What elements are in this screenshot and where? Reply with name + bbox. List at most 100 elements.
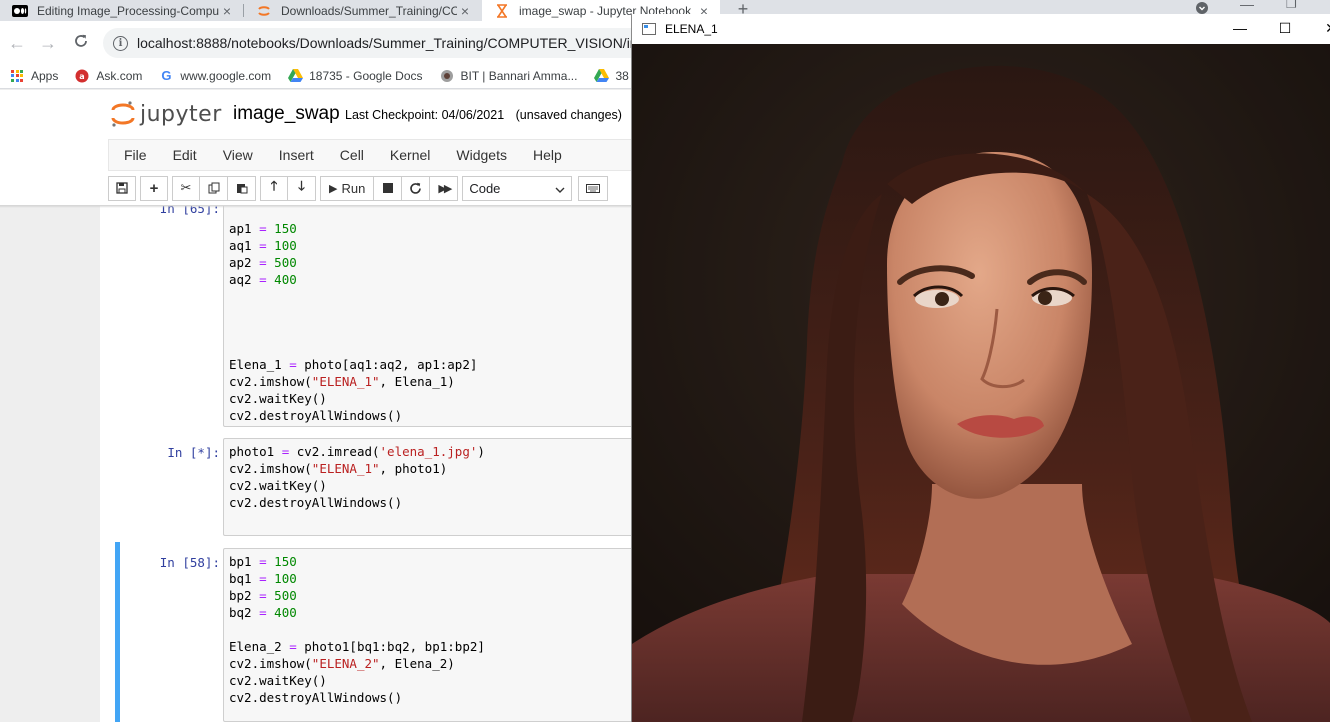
apps-grid-icon <box>9 69 25 83</box>
checkpoint-status: Last Checkpoint: 04/06/2021 (unsaved cha… <box>345 108 622 122</box>
window-titlebar[interactable]: ELENA_1 — ☐ ✕ <box>632 14 1330 44</box>
bookmark-label: 18735 - Google Docs <box>309 68 423 83</box>
jupyter-logo-icon <box>111 101 135 127</box>
code-line: cv2.imshow("ELENA_1", photo1) <box>229 461 448 476</box>
unsaved-indicator: (unsaved changes) <box>515 108 622 122</box>
menu-help[interactable]: Help <box>533 147 562 163</box>
code-line: aq1 = 100 <box>229 238 297 253</box>
code-line: bq1 = 100 <box>229 571 297 586</box>
bit-icon <box>439 69 455 83</box>
code-cell[interactable]: In [*]: photo1 = cv2.imread('elena_1.jpg… <box>100 438 640 536</box>
code-line: cv2.waitKey() <box>229 391 327 406</box>
code-editor[interactable]: bp1 = 150 bq1 = 100 bp2 = 500 bq2 = 400 … <box>223 548 640 722</box>
code-line: cv2.imshow("ELENA_1", Elena_1) <box>229 374 455 389</box>
code-cell-selected[interactable]: In [58]: bp1 = 150 bq1 = 100 bp2 = 500 b… <box>115 542 640 722</box>
menu-view[interactable]: View <box>223 147 253 163</box>
hourglass-icon <box>494 3 510 18</box>
window-title: ELENA_1 <box>665 22 718 36</box>
code-line: Elena_2 = photo1[bq1:bq2, bp1:bp2] <box>229 639 485 654</box>
restart-icon <box>410 182 422 194</box>
restart-button[interactable] <box>402 175 431 201</box>
fast-forward-icon: ▶▶ <box>438 182 452 195</box>
notebook-title[interactable]: image_swap <box>233 103 340 125</box>
cell-prompt: In [58]: <box>159 555 220 570</box>
insert-cell-button[interactable]: + <box>140 175 168 201</box>
info-icon[interactable]: i <box>113 35 128 51</box>
bookmark-google-docs[interactable]: 18735 - Google Docs <box>287 68 423 83</box>
close-icon[interactable]: ✕ <box>1321 20 1330 37</box>
medium-icon <box>12 4 28 18</box>
code-line: cv2.destroyAllWindows() <box>229 690 403 705</box>
interrupt-button[interactable] <box>374 175 403 201</box>
run-label: Run <box>341 180 366 196</box>
bookmark-bit[interactable]: BIT | Bannari Amma... <box>439 69 577 83</box>
back-arrow-icon[interactable]: ← <box>7 33 27 53</box>
bookmark-apps[interactable]: Apps <box>9 69 58 83</box>
code-cell[interactable]: In [65]: ap1 = 150 aq1 = 100 ap2 = 500 a… <box>100 206 640 427</box>
header-shadow <box>0 205 640 208</box>
code-line: photo1 = cv2.imread('elena_1.jpg') <box>229 444 485 459</box>
code-line: bq2 = 400 <box>229 605 297 620</box>
code-line: ap2 = 500 <box>229 255 297 270</box>
browser-tab-editing[interactable]: Editing Image_Processing-Compu × <box>0 0 243 21</box>
reload-icon[interactable] <box>71 33 91 53</box>
code-line: cv2.waitKey() <box>229 673 327 688</box>
restart-run-all-button[interactable]: ▶▶ <box>430 175 459 201</box>
cell-type-select[interactable]: Code <box>462 175 573 201</box>
code-line: Elena_1 = photo[aq1:aq2, ap1:ap2] <box>229 357 478 372</box>
menu-edit[interactable]: Edit <box>173 147 197 163</box>
code-editor[interactable]: photo1 = cv2.imread('elena_1.jpg') cv2.i… <box>223 438 640 536</box>
save-icon <box>116 182 128 194</box>
move-up-button[interactable]: 🡑 <box>260 175 288 201</box>
code-line: bp2 = 500 <box>229 588 297 603</box>
scissors-icon: ✂ <box>180 180 192 195</box>
save-button[interactable] <box>108 175 136 201</box>
close-icon[interactable]: × <box>457 3 473 19</box>
forward-arrow-icon[interactable]: → <box>38 33 58 53</box>
paste-button[interactable] <box>228 175 256 201</box>
checkpoint-text: Last Checkpoint: 04/06/2021 <box>345 108 505 122</box>
notebook-toolbar: + ✂ 🡑 🡓 ▶ Run ▶▶ Code <box>108 175 609 201</box>
close-icon[interactable]: × <box>219 3 235 19</box>
menu-file[interactable]: File <box>124 147 147 163</box>
menu-kernel[interactable]: Kernel <box>390 147 430 163</box>
menu-widgets[interactable]: Widgets <box>456 147 507 163</box>
url-text: localhost:8888/notebooks/Downloads/Summe… <box>137 35 642 51</box>
browser-tab-downloads[interactable]: Downloads/Summer_Training/CO × <box>244 0 481 21</box>
bookmark-label: 38 <box>615 68 629 83</box>
cut-button[interactable]: ✂ <box>172 175 200 201</box>
move-down-button[interactable]: 🡓 <box>288 175 316 201</box>
cell-prompt: In [*]: <box>167 445 220 460</box>
code-line: cv2.imshow("ELENA_2", Elena_2) <box>229 656 455 671</box>
command-palette-button[interactable] <box>578 175 609 201</box>
notebook-container: In [65]: ap1 = 150 aq1 = 100 ap2 = 500 a… <box>100 206 640 722</box>
code-line: cv2.waitKey() <box>229 478 327 493</box>
code-line: cv2.destroyAllWindows() <box>229 408 403 423</box>
menu-cell[interactable]: Cell <box>340 147 364 163</box>
minimize-icon[interactable]: — <box>1230 20 1250 36</box>
opencv-image-window[interactable]: ELENA_1 — ☐ ✕ <box>631 14 1330 722</box>
code-line: aq2 = 400 <box>229 272 297 287</box>
window-icon <box>642 23 656 35</box>
bookmark-38[interactable]: 38 <box>593 68 629 83</box>
menu-insert[interactable]: Insert <box>279 147 314 163</box>
portrait-image <box>632 44 1330 722</box>
code-line: cv2.destroyAllWindows() <box>229 495 403 510</box>
tab-label: Downloads/Summer_Training/CO <box>281 3 457 18</box>
bookmark-google[interactable]: G www.google.com <box>158 68 271 83</box>
displayed-photo <box>632 44 1330 722</box>
run-button[interactable]: ▶ Run <box>320 175 375 201</box>
maximize-icon[interactable]: ☐ <box>1275 20 1295 37</box>
browser-minimize-icon[interactable]: — <box>1240 0 1254 12</box>
arrow-down-icon: 🡓 <box>298 178 305 193</box>
code-editor[interactable]: ap1 = 150 aq1 = 100 ap2 = 500 aq2 = 400 … <box>223 206 640 427</box>
jupyter-logo[interactable]: jupyter <box>111 100 222 128</box>
copy-button[interactable] <box>200 175 228 201</box>
browser-restore-icon[interactable]: ❐ <box>1286 0 1297 13</box>
google-drive-icon <box>287 69 303 83</box>
plus-icon: + <box>149 179 159 197</box>
stop-icon <box>382 183 393 193</box>
play-icon: ▶ <box>329 182 338 195</box>
jupyter-icon <box>256 4 272 18</box>
bookmark-ask[interactable]: a Ask.com <box>74 69 142 83</box>
